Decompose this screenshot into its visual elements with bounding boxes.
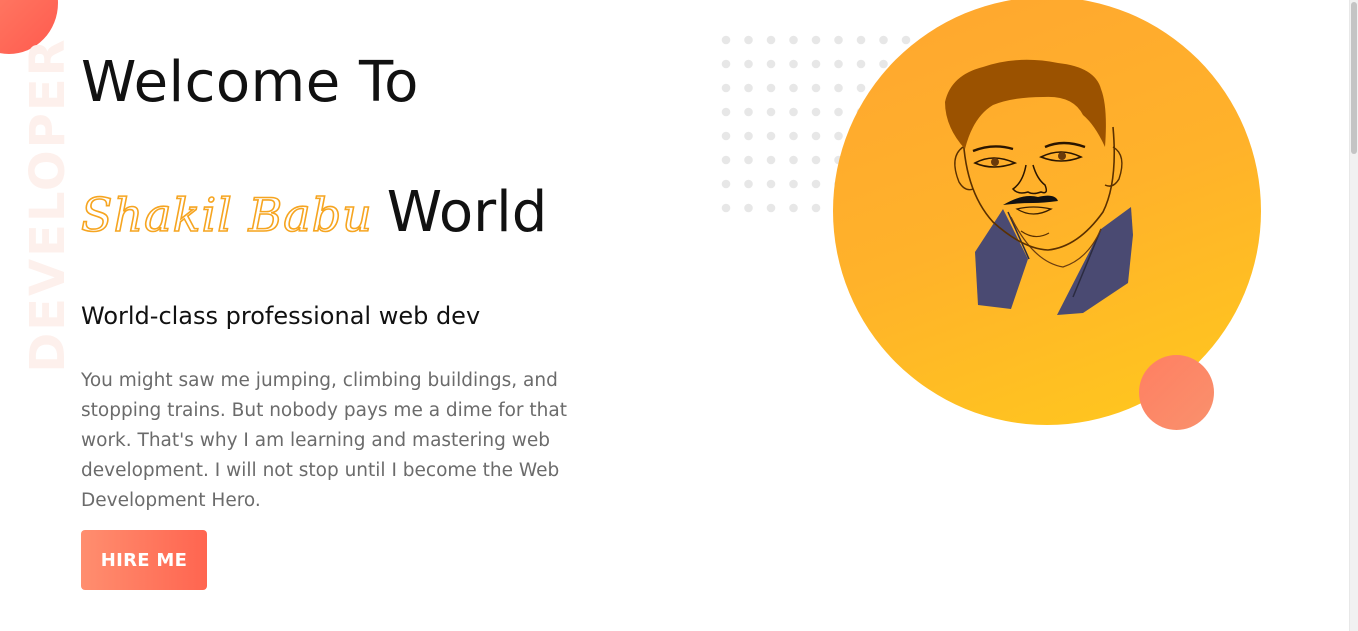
- decoration-dot: [789, 155, 798, 165]
- decoration-dot: [766, 179, 776, 189]
- decoration-dot: [789, 83, 798, 93]
- hero-name: Shakil Babu: [80, 187, 373, 243]
- hero-title-line1: Welcome To: [81, 50, 419, 115]
- decoration-dot: [766, 83, 776, 93]
- decoration-dot: [811, 83, 821, 93]
- hero-title-suffix: World: [386, 180, 548, 245]
- decoration-dot: [721, 35, 731, 45]
- decoration-dot: [811, 107, 821, 117]
- decoration-dot: [811, 35, 821, 45]
- decoration-dot: [766, 155, 776, 165]
- page-scrollbar[interactable]: [1349, 0, 1358, 631]
- decoration-dot: [744, 203, 753, 213]
- hire-me-button[interactable]: HIRE ME: [81, 530, 207, 590]
- decoration-dot: [721, 155, 731, 165]
- vertical-background-word: DEVELOPER: [20, 37, 76, 373]
- decoration-dot: [766, 203, 776, 213]
- decoration-dot: [744, 131, 753, 141]
- decoration-dot: [811, 155, 821, 165]
- hero-description: You might saw me jumping, climbing build…: [81, 370, 567, 511]
- decoration-dot: [766, 35, 776, 45]
- decoration-dot: [744, 83, 753, 93]
- decoration-dot: [789, 35, 798, 45]
- decoration-dot: [789, 107, 798, 117]
- moustache: [1003, 195, 1058, 205]
- decoration-dot: [811, 203, 821, 213]
- decoration-dot: [721, 83, 731, 93]
- hero-subtitle: World-class professional web dev: [81, 302, 481, 330]
- scrollbar-thumb[interactable]: [1351, 2, 1357, 154]
- decoration-dot: [744, 179, 753, 189]
- face-outline: [962, 116, 1115, 251]
- decoration-dot: [811, 59, 821, 69]
- decoration-dot: [789, 59, 798, 69]
- decoration-dot: [721, 59, 731, 69]
- decoration-dot: [766, 131, 776, 141]
- decoration-dot: [811, 179, 821, 189]
- decoration-dot: [721, 203, 731, 213]
- shirt: [975, 209, 1028, 309]
- decoration-dot: [744, 35, 753, 45]
- decoration-dot: [789, 179, 798, 189]
- decoration-dot: [744, 155, 753, 165]
- decoration-dot: [766, 107, 776, 117]
- decoration-dot: [744, 59, 753, 69]
- decoration-dot: [721, 131, 731, 141]
- decoration-dot: [721, 107, 731, 117]
- decoration-dot: [789, 203, 798, 213]
- hair: [945, 59, 1106, 149]
- decoration-dot: [766, 59, 776, 69]
- decoration-dot: [789, 131, 798, 141]
- decorative-small-circle: [1139, 355, 1214, 430]
- decoration-dot: [721, 179, 731, 189]
- decoration-dot: [811, 131, 821, 141]
- hero-title-line2: Shakil Babu World: [80, 178, 548, 250]
- decoration-dot: [744, 107, 753, 117]
